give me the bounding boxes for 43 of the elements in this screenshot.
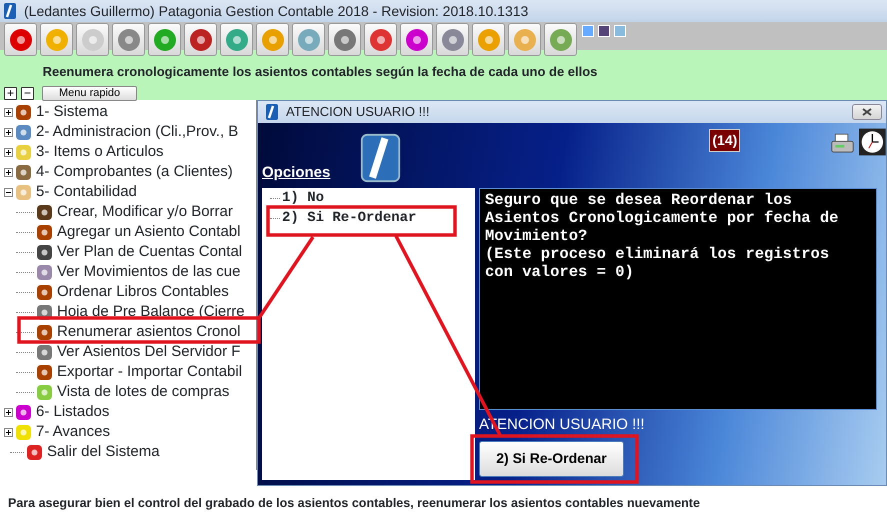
menu-item[interactable]: Salir del Sistema	[47, 440, 160, 464]
expand-toggle-icon[interactable]	[4, 108, 13, 116]
menu-item[interactable]: 3- Items o Articulos	[36, 140, 164, 164]
menu-item[interactable]: 1- Sistema	[36, 100, 108, 124]
option-item[interactable]: 1) No	[282, 188, 324, 208]
menu-item[interactable]: 5- Contabilidad	[36, 180, 137, 204]
collapse-toggle-icon[interactable]	[4, 188, 13, 196]
menu-item[interactable]: Vista de lotes de compras	[57, 380, 230, 404]
expand-all-button[interactable]: +	[4, 86, 17, 100]
option-item[interactable]: 2) Si Re-Ordenar	[282, 208, 416, 228]
counter-badge: (14)	[709, 129, 740, 152]
expand-toggle-icon[interactable]	[4, 168, 13, 176]
message-field[interactable]: Seguro que se desea Reordenar los Asientos Cronologicamente por fecha de Movimiento? (Este proceso eliminará los registros con valores = 0)	[479, 188, 877, 410]
menu-item[interactable]: Exportar - Importar Contabil	[57, 360, 242, 384]
expand-toggle-icon[interactable]	[4, 148, 13, 156]
menu-item[interactable]: 2- Administracion (Cli.,Prov., B	[36, 120, 238, 144]
menu-item[interactable]: Hoja de Pre Balance (Cierre	[57, 300, 245, 324]
window-icon[interactable]	[598, 25, 610, 37]
expand-toggle-icon[interactable]	[4, 128, 13, 136]
options-label: Opciones	[262, 162, 330, 182]
confirm-button[interactable]: 2) Si Re-Ordenar	[479, 440, 624, 476]
menu-item[interactable]: Ver Asientos Del Servidor F	[57, 340, 240, 364]
app-logo-icon	[4, 3, 16, 19]
menu-item[interactable]: 6- Listados	[36, 400, 110, 424]
menu-item[interactable]: 7- Avances	[36, 420, 110, 444]
menu-item[interactable]: Agregar un Asiento Contabl	[57, 220, 240, 244]
expand-toggle-icon[interactable]	[4, 408, 13, 416]
menu-item[interactable]: Ordenar Libros Contables	[57, 280, 229, 304]
expand-toggle-icon[interactable]	[4, 428, 13, 436]
window-title: (Ledantes Guillermo) Patagonia Gestion Contable 2018 - Revision: 2018.10.1313	[24, 2, 528, 21]
caption: Para asegurar bien el control del grabado de los asientos contables, reenumerar los asientos contables nuevamente	[7, 495, 701, 512]
quick-menu-button[interactable]: Menu rapido	[42, 86, 138, 100]
close-icon	[862, 108, 872, 116]
collapse-all-button[interactable]: −	[21, 86, 34, 100]
menu-item[interactable]: Ver Movimientos de las cue	[57, 260, 240, 284]
dialog-title: ATENCION USUARIO !!!	[286, 103, 430, 121]
status-hint: Reenumera cronologicamente los asientos contables según la fecha de cada uno de ellos	[42, 63, 598, 81]
menu-item[interactable]: Renumerar asientos Cronol	[57, 320, 240, 344]
menu-item[interactable]: Ver Plan de Cuentas Contal	[57, 240, 242, 264]
menu-item[interactable]: Crear, Modificar y/o Borrar	[57, 200, 233, 224]
app-logo-icon	[266, 104, 278, 120]
menu-item[interactable]: 4- Comprobantes (a Clientes)	[36, 160, 233, 184]
close-button[interactable]	[852, 104, 882, 120]
